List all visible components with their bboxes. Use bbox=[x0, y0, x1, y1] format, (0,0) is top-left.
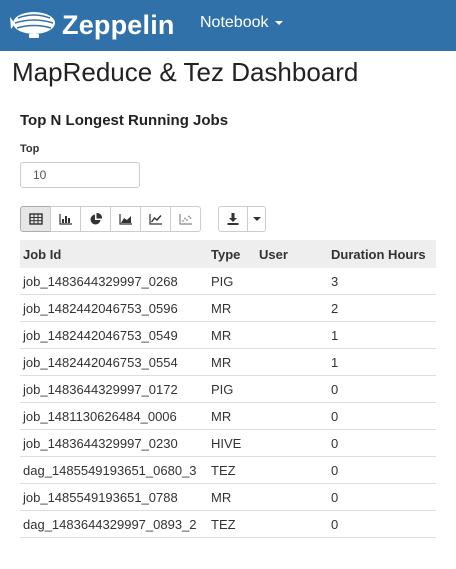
job-id-cell: job_1483644329997_0172 bbox=[20, 375, 208, 403]
job-id-cell: job_1482442046753_0596 bbox=[20, 294, 208, 322]
paragraph-title: Top N Longest Running Jobs bbox=[20, 112, 229, 129]
job-id-cell: job_1485549193651_0788 bbox=[20, 483, 208, 511]
duration-cell: 3 bbox=[328, 268, 436, 295]
download-button[interactable] bbox=[218, 206, 248, 232]
navbar: Zeppelin Notebook bbox=[0, 0, 456, 51]
type-cell: TEZ bbox=[208, 510, 256, 538]
type-cell: PIG bbox=[208, 375, 256, 403]
duration-cell: 2 bbox=[328, 294, 436, 322]
type-cell: MR bbox=[208, 402, 256, 430]
duration-cell: 0 bbox=[328, 429, 436, 457]
top-input-label: Top bbox=[20, 143, 40, 155]
column-header-user[interactable]: User bbox=[256, 240, 328, 268]
duration-cell: 0 bbox=[328, 510, 436, 538]
user-cell bbox=[256, 429, 328, 457]
user-cell bbox=[256, 321, 328, 349]
user-cell bbox=[256, 375, 328, 403]
table-icon bbox=[28, 213, 43, 225]
table-row: job_1481130626484_0006 MR 0 bbox=[20, 402, 436, 430]
type-cell: PIG bbox=[208, 268, 256, 295]
type-cell: TEZ bbox=[208, 456, 256, 484]
job-id-cell: job_1481130626484_0006 bbox=[20, 402, 208, 430]
table-row: job_1482442046753_0596 MR 2 bbox=[20, 294, 436, 322]
area-chart-icon bbox=[118, 214, 132, 225]
type-cell: MR bbox=[208, 321, 256, 349]
scatter-chart-button[interactable] bbox=[170, 206, 201, 232]
area-chart-button[interactable] bbox=[110, 206, 141, 232]
type-cell: MR bbox=[208, 483, 256, 511]
table-row: job_1482442046753_0549 MR 1 bbox=[20, 321, 436, 349]
pie-chart-icon bbox=[90, 212, 102, 225]
job-id-cell: job_1483644329997_0268 bbox=[20, 268, 208, 295]
type-cell: MR bbox=[208, 348, 256, 376]
table-row: job_1482442046753_0554 MR 1 bbox=[20, 348, 436, 376]
download-icon bbox=[227, 213, 239, 225]
table-row: job_1483644329997_0268 PIG 3 bbox=[20, 268, 436, 295]
line-chart-icon bbox=[148, 214, 162, 225]
table-row: job_1483644329997_0230 HIVE 0 bbox=[20, 429, 436, 457]
type-cell: MR bbox=[208, 294, 256, 322]
job-id-cell: job_1483644329997_0230 bbox=[20, 429, 208, 457]
column-header-type[interactable]: Type bbox=[208, 240, 256, 268]
notebook-menu-label: Notebook bbox=[200, 14, 269, 31]
job-id-cell: job_1482442046753_0549 bbox=[20, 321, 208, 349]
column-header-job-id[interactable]: Job Id bbox=[20, 240, 208, 268]
job-id-cell: job_1482442046753_0554 bbox=[20, 348, 208, 376]
user-cell bbox=[256, 456, 328, 484]
jobs-table: Job Id Type User Duration Hours job_1483… bbox=[20, 240, 436, 538]
user-cell bbox=[256, 268, 328, 295]
duration-cell: 1 bbox=[328, 321, 436, 349]
pie-chart-button[interactable] bbox=[80, 206, 111, 232]
duration-cell: 0 bbox=[328, 402, 436, 430]
top-n-input[interactable] bbox=[20, 162, 140, 188]
scatter-chart-icon bbox=[178, 214, 192, 225]
visualization-button-group bbox=[20, 206, 201, 232]
job-id-cell: dag_1483644329997_0893_2 bbox=[20, 510, 208, 538]
table-row: dag_1485549193651_0680_3 TEZ 0 bbox=[20, 456, 436, 484]
user-cell bbox=[256, 510, 328, 538]
column-header-duration-hours[interactable]: Duration Hours bbox=[328, 240, 436, 268]
line-chart-button[interactable] bbox=[140, 206, 171, 232]
duration-cell: 0 bbox=[328, 483, 436, 511]
type-cell: HIVE bbox=[208, 429, 256, 457]
caret-down-icon bbox=[274, 20, 283, 25]
zeppelin-logo-icon bbox=[10, 12, 55, 38]
table-row: dag_1483644329997_0893_2 TEZ 0 bbox=[20, 510, 436, 538]
duration-cell: 1 bbox=[328, 348, 436, 376]
table-header-row: Job Id Type User Duration Hours bbox=[20, 240, 436, 268]
table-row: job_1483644329997_0172 PIG 0 bbox=[20, 375, 436, 403]
download-options-button[interactable] bbox=[247, 206, 266, 232]
job-id-cell: dag_1485549193651_0680_3 bbox=[20, 456, 208, 484]
table-row: job_1485549193651_0788 MR 0 bbox=[20, 483, 436, 511]
bar-chart-icon bbox=[58, 214, 72, 225]
user-cell bbox=[256, 402, 328, 430]
table-view-button[interactable] bbox=[20, 206, 51, 232]
user-cell bbox=[256, 294, 328, 322]
page-title: MapReduce & Tez Dashboard bbox=[12, 57, 359, 87]
duration-cell: 0 bbox=[328, 375, 436, 403]
user-cell bbox=[256, 483, 328, 511]
download-button-group bbox=[218, 206, 266, 232]
brand-name: Zeppelin bbox=[62, 9, 175, 40]
caret-down-icon bbox=[252, 217, 261, 221]
duration-cell: 0 bbox=[328, 456, 436, 484]
notebook-menu[interactable]: Notebook bbox=[200, 14, 283, 32]
user-cell bbox=[256, 348, 328, 376]
brand-link[interactable]: Zeppelin bbox=[10, 5, 175, 45]
bar-chart-button[interactable] bbox=[50, 206, 81, 232]
